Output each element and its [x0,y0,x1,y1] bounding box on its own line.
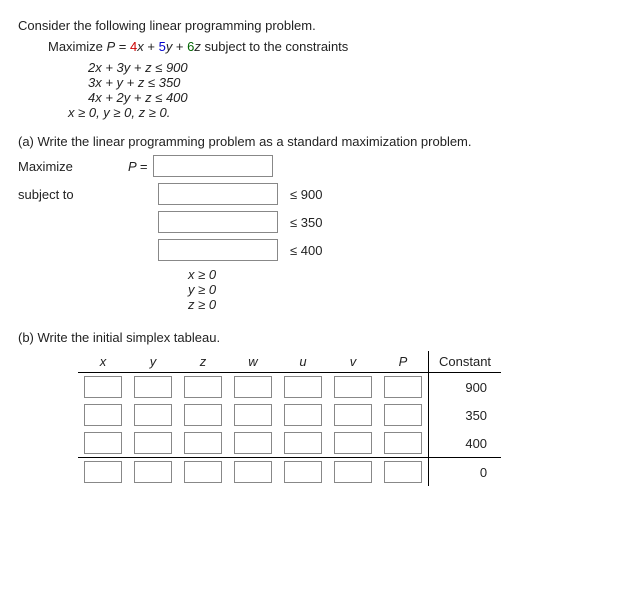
col-z: z [178,351,228,373]
objective-line: Maximize P = 4x + 5y + 6z subject to the… [48,39,602,54]
const-r4: 0 [429,458,502,487]
obj-plus2: + [172,39,187,54]
cell-r3-u[interactable] [284,432,322,454]
constraint-1: 2x + 3y + z ≤ 900 [88,60,602,75]
cell-r1-z[interactable] [184,376,222,398]
subject-to-row: subject to ≤ 900 [18,183,602,205]
obj-plus1: + [144,39,159,54]
obj-suffix: subject to the constraints [201,39,348,54]
col-p: P [378,351,429,373]
constraint-nn: x ≥ 0, y ≥ 0, z ≥ 0. [68,105,602,120]
part-a-prompt: (a) Write the linear programming problem… [18,134,602,149]
nn-y: y ≥ 0 [188,282,602,297]
cell-r1-x[interactable] [84,376,122,398]
const-r2: 350 [429,401,502,429]
simplex-tableau: x y z w u v P Constant 900 350 400 [78,351,501,486]
tableau-row-3: 400 [78,429,501,458]
cell-r4-u[interactable] [284,461,322,483]
cell-r3-p[interactable] [384,432,422,454]
col-v: v [328,351,378,373]
nn-x: x ≥ 0 [188,267,602,282]
rhs-2: ≤ 350 [290,215,322,230]
cell-r3-w[interactable] [234,432,272,454]
col-const: Constant [429,351,502,373]
cell-r1-w[interactable] [234,376,272,398]
obj-c2: 5 [159,39,166,54]
nn-z: z ≥ 0 [188,297,602,312]
constraint-2: 3x + y + z ≤ 350 [88,75,602,90]
col-u: u [278,351,328,373]
obj-prefix: Maximize [48,39,107,54]
cell-r4-w[interactable] [234,461,272,483]
cell-r4-p[interactable] [384,461,422,483]
cell-r4-y[interactable] [134,461,172,483]
cell-r1-v[interactable] [334,376,372,398]
objective-input[interactable] [153,155,273,177]
nonneg-block: x ≥ 0 y ≥ 0 z ≥ 0 [188,267,602,312]
obj-P: P [107,39,116,54]
cell-r1-u[interactable] [284,376,322,398]
rhs-1: ≤ 900 [290,187,322,202]
maximize-row: Maximize P = [18,155,602,177]
cell-r1-y[interactable] [134,376,172,398]
cell-r4-v[interactable] [334,461,372,483]
cell-r2-v[interactable] [334,404,372,426]
cell-r2-u[interactable] [284,404,322,426]
part-b-prompt: (b) Write the initial simplex tableau. [18,330,602,345]
constraint-input-2[interactable] [158,211,278,233]
cell-r4-x[interactable] [84,461,122,483]
constraint-block: 2x + 3y + z ≤ 900 3x + y + z ≤ 350 4x + … [88,60,602,120]
maximize-label: Maximize [18,159,128,174]
cell-r2-y[interactable] [134,404,172,426]
obj-eq: = [115,39,130,54]
col-x: x [78,351,128,373]
constraint-input-1[interactable] [158,183,278,205]
constraint-3: 4x + 2y + z ≤ 400 [88,90,602,105]
const-r3: 400 [429,429,502,458]
col-y: y [128,351,178,373]
subject-to-label: subject to [18,187,128,202]
p-equals-label: P = [128,159,147,174]
cell-r3-x[interactable] [84,432,122,454]
constraint-input-3[interactable] [158,239,278,261]
cell-r3-y[interactable] [134,432,172,454]
cell-r2-w[interactable] [234,404,272,426]
cell-r2-z[interactable] [184,404,222,426]
cell-r4-z[interactable] [184,461,222,483]
col-w: w [228,351,278,373]
cell-r2-p[interactable] [384,404,422,426]
tableau-row-1: 900 [78,373,501,402]
tableau-row-4: 0 [78,458,501,487]
tableau-header-row: x y z w u v P Constant [78,351,501,373]
cell-r1-p[interactable] [384,376,422,398]
const-r1: 900 [429,373,502,402]
cell-r3-v[interactable] [334,432,372,454]
rhs-3: ≤ 400 [290,243,322,258]
intro-text: Consider the following linear programmin… [18,18,602,33]
cell-r3-z[interactable] [184,432,222,454]
tableau-row-2: 350 [78,401,501,429]
cell-r2-x[interactable] [84,404,122,426]
